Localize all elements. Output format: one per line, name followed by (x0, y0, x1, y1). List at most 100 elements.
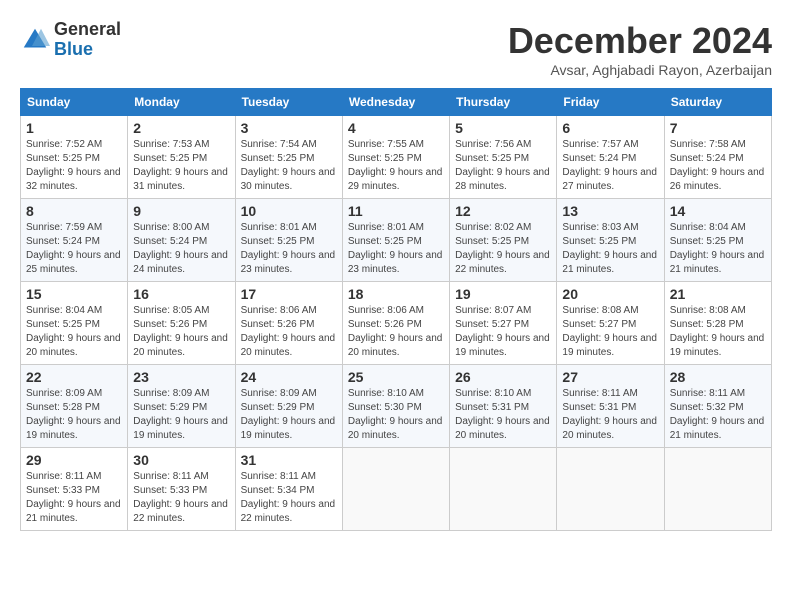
sunrise-label: Sunrise: 8:08 AM (670, 305, 746, 316)
calendar-cell: 16 Sunrise: 8:05 AM Sunset: 5:26 PM Dayl… (128, 282, 235, 365)
sunset-label: Sunset: 5:25 PM (455, 236, 529, 247)
day-info: Sunrise: 8:11 AM Sunset: 5:34 PM Dayligh… (241, 470, 337, 526)
daylight-label: Daylight: 9 hours and 30 minutes. (241, 167, 336, 192)
daylight-label: Daylight: 9 hours and 25 minutes. (26, 250, 121, 275)
sunset-label: Sunset: 5:33 PM (133, 485, 207, 496)
sunset-label: Sunset: 5:25 PM (26, 153, 100, 164)
daylight-label: Daylight: 9 hours and 20 minutes. (562, 416, 657, 441)
day-number: 8 (26, 203, 122, 219)
day-info: Sunrise: 8:11 AM Sunset: 5:33 PM Dayligh… (133, 470, 229, 526)
daylight-label: Daylight: 9 hours and 27 minutes. (562, 167, 657, 192)
day-info: Sunrise: 8:03 AM Sunset: 5:25 PM Dayligh… (562, 221, 658, 277)
calendar-cell: 5 Sunrise: 7:56 AM Sunset: 5:25 PM Dayli… (450, 116, 557, 199)
daylight-label: Daylight: 9 hours and 19 minutes. (26, 416, 121, 441)
daylight-label: Daylight: 9 hours and 21 minutes. (562, 250, 657, 275)
day-info: Sunrise: 8:00 AM Sunset: 5:24 PM Dayligh… (133, 221, 229, 277)
day-info: Sunrise: 8:11 AM Sunset: 5:31 PM Dayligh… (562, 387, 658, 443)
day-number: 10 (241, 203, 337, 219)
sunrise-label: Sunrise: 8:06 AM (348, 305, 424, 316)
daylight-label: Daylight: 9 hours and 28 minutes. (455, 167, 550, 192)
sunrise-label: Sunrise: 8:04 AM (26, 305, 102, 316)
day-number: 16 (133, 286, 229, 302)
day-info: Sunrise: 8:06 AM Sunset: 5:26 PM Dayligh… (348, 304, 444, 360)
daylight-label: Daylight: 9 hours and 22 minutes. (455, 250, 550, 275)
sunrise-label: Sunrise: 8:11 AM (241, 471, 316, 482)
calendar-cell: 26 Sunrise: 8:10 AM Sunset: 5:31 PM Dayl… (450, 365, 557, 448)
calendar-cell: 11 Sunrise: 8:01 AM Sunset: 5:25 PM Dayl… (342, 199, 449, 282)
daylight-label: Daylight: 9 hours and 20 minutes. (348, 333, 443, 358)
daylight-label: Daylight: 9 hours and 20 minutes. (133, 333, 228, 358)
column-header-monday: Monday (128, 89, 235, 116)
calendar-cell: 21 Sunrise: 8:08 AM Sunset: 5:28 PM Dayl… (664, 282, 771, 365)
logo-blue: Blue (54, 40, 121, 60)
sunset-label: Sunset: 5:29 PM (133, 402, 207, 413)
sunrise-label: Sunrise: 7:53 AM (133, 139, 209, 150)
daylight-label: Daylight: 9 hours and 19 minutes. (241, 416, 336, 441)
sunset-label: Sunset: 5:24 PM (562, 153, 636, 164)
sunrise-label: Sunrise: 8:03 AM (562, 222, 638, 233)
sunset-label: Sunset: 5:24 PM (26, 236, 100, 247)
calendar-cell: 18 Sunrise: 8:06 AM Sunset: 5:26 PM Dayl… (342, 282, 449, 365)
sunset-label: Sunset: 5:25 PM (455, 153, 529, 164)
sunset-label: Sunset: 5:25 PM (348, 236, 422, 247)
daylight-label: Daylight: 9 hours and 20 minutes. (241, 333, 336, 358)
calendar-cell: 3 Sunrise: 7:54 AM Sunset: 5:25 PM Dayli… (235, 116, 342, 199)
column-header-saturday: Saturday (664, 89, 771, 116)
daylight-label: Daylight: 9 hours and 29 minutes. (348, 167, 443, 192)
day-info: Sunrise: 8:11 AM Sunset: 5:32 PM Dayligh… (670, 387, 766, 443)
sunrise-label: Sunrise: 8:11 AM (133, 471, 208, 482)
daylight-label: Daylight: 9 hours and 23 minutes. (241, 250, 336, 275)
calendar-cell: 25 Sunrise: 8:10 AM Sunset: 5:30 PM Dayl… (342, 365, 449, 448)
sunset-label: Sunset: 5:25 PM (348, 153, 422, 164)
day-number: 19 (455, 286, 551, 302)
day-info: Sunrise: 8:09 AM Sunset: 5:29 PM Dayligh… (133, 387, 229, 443)
daylight-label: Daylight: 9 hours and 19 minutes. (455, 333, 550, 358)
calendar-cell: 7 Sunrise: 7:58 AM Sunset: 5:24 PM Dayli… (664, 116, 771, 199)
sunset-label: Sunset: 5:25 PM (26, 319, 100, 330)
day-info: Sunrise: 7:55 AM Sunset: 5:25 PM Dayligh… (348, 138, 444, 194)
sunset-label: Sunset: 5:25 PM (670, 236, 744, 247)
day-info: Sunrise: 8:01 AM Sunset: 5:25 PM Dayligh… (241, 221, 337, 277)
sunset-label: Sunset: 5:32 PM (670, 402, 744, 413)
calendar-cell: 10 Sunrise: 8:01 AM Sunset: 5:25 PM Dayl… (235, 199, 342, 282)
calendar-cell: 20 Sunrise: 8:08 AM Sunset: 5:27 PM Dayl… (557, 282, 664, 365)
sunset-label: Sunset: 5:26 PM (241, 319, 315, 330)
calendar-cell: 28 Sunrise: 8:11 AM Sunset: 5:32 PM Dayl… (664, 365, 771, 448)
calendar-cell: 4 Sunrise: 7:55 AM Sunset: 5:25 PM Dayli… (342, 116, 449, 199)
sunset-label: Sunset: 5:26 PM (133, 319, 207, 330)
daylight-label: Daylight: 9 hours and 19 minutes. (562, 333, 657, 358)
calendar-cell (450, 448, 557, 531)
day-number: 17 (241, 286, 337, 302)
day-number: 31 (241, 452, 337, 468)
calendar-cell: 14 Sunrise: 8:04 AM Sunset: 5:25 PM Dayl… (664, 199, 771, 282)
day-info: Sunrise: 8:10 AM Sunset: 5:30 PM Dayligh… (348, 387, 444, 443)
sunrise-label: Sunrise: 8:10 AM (348, 388, 424, 399)
day-number: 30 (133, 452, 229, 468)
day-info: Sunrise: 8:08 AM Sunset: 5:27 PM Dayligh… (562, 304, 658, 360)
day-info: Sunrise: 8:07 AM Sunset: 5:27 PM Dayligh… (455, 304, 551, 360)
sunset-label: Sunset: 5:31 PM (562, 402, 636, 413)
day-info: Sunrise: 8:11 AM Sunset: 5:33 PM Dayligh… (26, 470, 122, 526)
day-info: Sunrise: 7:54 AM Sunset: 5:25 PM Dayligh… (241, 138, 337, 194)
calendar-cell (557, 448, 664, 531)
day-number: 5 (455, 120, 551, 136)
sunset-label: Sunset: 5:34 PM (241, 485, 315, 496)
day-number: 12 (455, 203, 551, 219)
calendar-cell: 19 Sunrise: 8:07 AM Sunset: 5:27 PM Dayl… (450, 282, 557, 365)
calendar-cell: 23 Sunrise: 8:09 AM Sunset: 5:29 PM Dayl… (128, 365, 235, 448)
day-number: 24 (241, 369, 337, 385)
calendar-cell: 31 Sunrise: 8:11 AM Sunset: 5:34 PM Dayl… (235, 448, 342, 531)
day-number: 26 (455, 369, 551, 385)
sunset-label: Sunset: 5:33 PM (26, 485, 100, 496)
sunrise-label: Sunrise: 8:02 AM (455, 222, 531, 233)
calendar-week-2: 8 Sunrise: 7:59 AM Sunset: 5:24 PM Dayli… (21, 199, 772, 282)
day-number: 22 (26, 369, 122, 385)
daylight-label: Daylight: 9 hours and 21 minutes. (670, 250, 765, 275)
day-number: 1 (26, 120, 122, 136)
sunrise-label: Sunrise: 8:09 AM (26, 388, 102, 399)
calendar-week-1: 1 Sunrise: 7:52 AM Sunset: 5:25 PM Dayli… (21, 116, 772, 199)
logo-general: General (54, 20, 121, 40)
daylight-label: Daylight: 9 hours and 31 minutes. (133, 167, 228, 192)
sunrise-label: Sunrise: 8:07 AM (455, 305, 531, 316)
calendar-cell: 15 Sunrise: 8:04 AM Sunset: 5:25 PM Dayl… (21, 282, 128, 365)
